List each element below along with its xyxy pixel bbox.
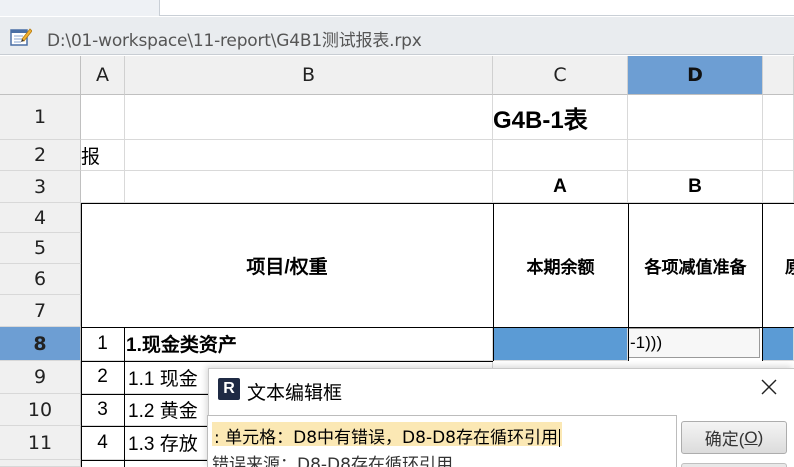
cell-c3[interactable]: A bbox=[493, 171, 628, 203]
ok-button-label: 确定( bbox=[704, 430, 745, 449]
row-header-12[interactable] bbox=[0, 460, 81, 467]
table-border bbox=[762, 203, 763, 361]
table-border bbox=[81, 327, 794, 328]
cell-a8[interactable]: 1 bbox=[81, 327, 125, 361]
text-caret bbox=[558, 429, 560, 447]
table-border bbox=[81, 203, 82, 467]
cell-b8[interactable]: 1.现金类资产 bbox=[125, 327, 493, 361]
cell-a1[interactable] bbox=[81, 95, 125, 140]
cell-d8[interactable]: -1))) bbox=[628, 328, 760, 358]
document-tab-stub[interactable] bbox=[0, 0, 160, 16]
column-header-c[interactable]: C bbox=[493, 56, 628, 95]
row-header-4[interactable]: 4 bbox=[0, 203, 81, 233]
dialog-text-area[interactable]: : 单元格：D8中有错误，D8-D8存在循环引用 错误来源：D8-D8存在循环引… bbox=[207, 415, 677, 467]
header-current-balance[interactable]: 本期余额 bbox=[493, 203, 628, 327]
grid-corner[interactable] bbox=[0, 56, 81, 95]
ok-button-label-end: ) bbox=[757, 427, 764, 447]
edit-document-icon bbox=[10, 28, 32, 46]
row-header-8[interactable]: 8 bbox=[0, 327, 81, 361]
cell-b2[interactable] bbox=[125, 140, 493, 171]
cell-d2[interactable] bbox=[628, 140, 763, 171]
error-message-text: : 单元格：D8中有错误，D8-D8存在循环引用 bbox=[214, 428, 558, 448]
cell-a11[interactable]: 4 bbox=[81, 426, 125, 460]
cell-a3[interactable] bbox=[81, 171, 125, 203]
row-header-6[interactable]: 6 bbox=[0, 264, 81, 295]
row-header-10[interactable]: 10 bbox=[0, 394, 81, 426]
header-item-weight[interactable]: 项目/权重 bbox=[81, 203, 493, 327]
table-border bbox=[124, 327, 125, 467]
row-header-1[interactable]: 1 bbox=[0, 95, 81, 140]
cell-c8[interactable] bbox=[493, 327, 628, 361]
ok-button[interactable]: 确定(O) bbox=[681, 421, 787, 454]
cell-d1[interactable] bbox=[628, 95, 763, 140]
row-header-5[interactable]: 5 bbox=[0, 233, 81, 264]
table-border bbox=[628, 203, 629, 361]
cell-a2[interactable]: 报 bbox=[81, 140, 125, 171]
cell-a9[interactable]: 2 bbox=[81, 361, 125, 394]
column-header-a[interactable]: A bbox=[81, 56, 125, 95]
cell-b3[interactable] bbox=[125, 171, 493, 203]
cell-e2[interactable] bbox=[763, 140, 794, 171]
row-header-9[interactable]: 9 bbox=[0, 361, 81, 394]
header-partial-column-e[interactable]: 原 bbox=[763, 203, 794, 327]
row-header-11[interactable]: 11 bbox=[0, 426, 81, 460]
header-impairment-reserve[interactable]: 各项减值准备 bbox=[628, 203, 763, 327]
cell-a10[interactable]: 3 bbox=[81, 394, 125, 426]
cell-e3[interactable] bbox=[763, 171, 794, 203]
error-message-line: : 单元格：D8中有错误，D8-D8存在循环引用 bbox=[212, 422, 562, 448]
cell-e1[interactable] bbox=[763, 95, 794, 140]
app-logo-icon: R bbox=[218, 378, 240, 400]
table-border bbox=[81, 361, 493, 362]
column-header-d[interactable]: D bbox=[628, 56, 763, 95]
document-title-bar: D:\01-workspace\11-report\G4B1测试报表.rpx bbox=[0, 17, 794, 55]
row-header-3[interactable]: 3 bbox=[0, 171, 81, 203]
table-border bbox=[81, 203, 794, 204]
column-header-b[interactable]: B bbox=[125, 56, 493, 95]
cell-c1[interactable]: G4B-1表 bbox=[493, 95, 628, 140]
text-editor-dialog: R 文本编辑框 : 单元格：D8中有错误，D8-D8存在循环引用 错误来源：D8… bbox=[207, 368, 794, 467]
ok-button-mnemonic: O bbox=[744, 427, 758, 447]
file-path-label: D:\01-workspace\11-report\G4B1测试报表.rpx bbox=[47, 31, 422, 51]
error-source-line: 错误来源：D8-D8存在循环引用 bbox=[212, 455, 453, 467]
row-header-7[interactable]: 7 bbox=[0, 295, 81, 327]
column-header-e[interactable] bbox=[763, 56, 794, 95]
dialog-title-bar[interactable]: R 文本编辑框 bbox=[209, 369, 794, 411]
table-border bbox=[493, 203, 494, 361]
cancel-button[interactable] bbox=[681, 463, 787, 467]
cell-c2[interactable] bbox=[493, 140, 628, 171]
top-tab-strip bbox=[0, 0, 794, 16]
cell-d3[interactable]: B bbox=[628, 171, 763, 203]
row-header-2[interactable]: 2 bbox=[0, 140, 81, 171]
cell-b1[interactable] bbox=[125, 95, 493, 140]
dialog-title: 文本编辑框 bbox=[247, 383, 343, 404]
close-icon[interactable] bbox=[759, 377, 779, 397]
cell-e8[interactable] bbox=[763, 327, 794, 361]
